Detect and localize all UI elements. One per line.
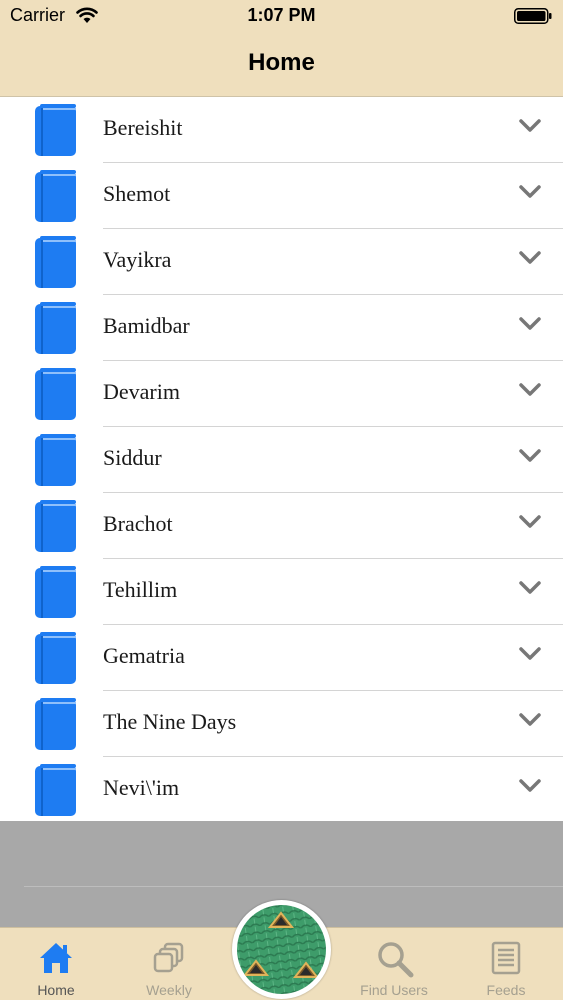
book-title: Siddur <box>103 445 162 470</box>
document-icon <box>491 941 521 975</box>
center-logo-button[interactable] <box>232 900 331 999</box>
tab-weekly[interactable]: Weekly <box>129 928 209 1000</box>
book-icon <box>35 368 76 420</box>
book-title: Devarim <box>103 379 180 404</box>
chevron-down-icon[interactable] <box>519 515 541 529</box>
book-row[interactable]: Shemot <box>0 163 563 229</box>
book-row[interactable]: The Nine Days <box>0 691 563 757</box>
book-title: Shemot <box>103 181 171 206</box>
chevron-down-icon[interactable] <box>519 713 541 727</box>
book-row[interactable]: Vayikra <box>0 229 563 295</box>
book-icon <box>35 698 76 750</box>
book-title: Bamidbar <box>103 313 190 338</box>
book-row[interactable]: Tehillim <box>0 559 563 625</box>
book-title: Brachot <box>103 511 173 536</box>
book-icon <box>35 434 76 486</box>
book-icon <box>35 302 76 354</box>
chevron-down-icon[interactable] <box>519 779 541 793</box>
book-row[interactable]: Nevi\'im <box>0 757 563 823</box>
book-icon <box>35 104 76 156</box>
book-list: Bereishit Shemot Vayikra Bamidbar Devarim Sid… <box>0 97 563 823</box>
status-bar: Carrier 1:07 PM <box>0 0 563 32</box>
book-title: Vayikra <box>103 247 172 272</box>
house-icon <box>40 943 72 973</box>
book-title: Bereishit <box>103 115 183 140</box>
tab-weekly-label: Weekly <box>146 982 192 998</box>
book-title: Nevi\'im <box>103 775 180 800</box>
tab-home-label: Home <box>37 982 75 998</box>
chevron-down-icon[interactable] <box>519 119 541 133</box>
magnifier-icon <box>378 942 414 978</box>
chevron-down-icon[interactable] <box>519 383 541 397</box>
book-icon <box>35 632 76 684</box>
book-row[interactable]: Siddur <box>0 427 563 493</box>
chevron-down-icon[interactable] <box>519 185 541 199</box>
battery-icon <box>514 8 552 24</box>
chevron-down-icon[interactable] <box>519 449 541 463</box>
book-icon <box>35 566 76 618</box>
book-icon <box>35 236 76 288</box>
tab-feeds[interactable]: Feeds <box>466 928 546 1000</box>
tab-home[interactable]: Home <box>16 928 96 1000</box>
chevron-down-icon[interactable] <box>519 251 541 265</box>
book-title: Gematria <box>103 643 185 668</box>
chevron-down-icon[interactable] <box>519 647 541 661</box>
book-row[interactable]: Brachot <box>0 493 563 559</box>
book-row[interactable]: Bamidbar <box>0 295 563 361</box>
stacked-squares-icon <box>153 942 184 973</box>
tab-find-users-label: Find Users <box>360 982 428 998</box>
book-icon <box>35 170 76 222</box>
book-icon <box>35 500 76 552</box>
chevron-down-icon[interactable] <box>519 317 541 331</box>
divider <box>24 886 563 887</box>
book-title: The Nine Days <box>103 709 237 734</box>
tab-find-users[interactable]: Find Users <box>354 928 434 1000</box>
green-roof-logo-icon <box>237 905 326 994</box>
book-title: Tehillim <box>103 577 178 602</box>
clock: 1:07 PM <box>247 5 316 25</box>
book-row[interactable]: Devarim <box>0 361 563 427</box>
tab-feeds-label: Feeds <box>486 982 526 998</box>
page-title: Home <box>248 49 315 76</box>
book-icon <box>35 764 76 816</box>
nav-bar: Home <box>0 32 563 97</box>
book-row[interactable]: Bereishit <box>0 97 563 163</box>
book-row[interactable]: Gematria <box>0 625 563 691</box>
chevron-down-icon[interactable] <box>519 581 541 595</box>
